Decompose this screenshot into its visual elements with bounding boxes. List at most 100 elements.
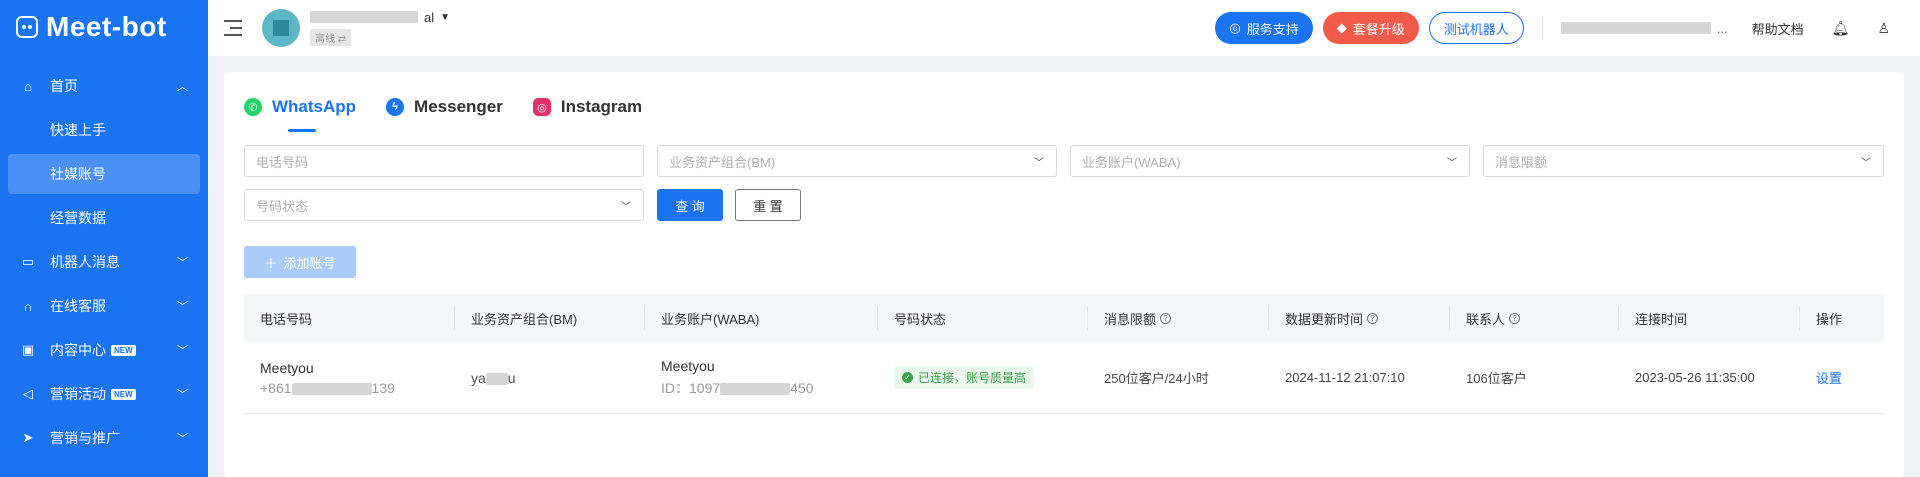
status-badge: ✓ 已连接，账号质量高 (894, 366, 1035, 389)
column-header: 号码状态 (878, 306, 1088, 330)
sidebar-item-home[interactable]: ⌂ 首页 ︿ (0, 64, 208, 108)
send-icon: ➤ (22, 430, 34, 445)
sidebar-item-bot-messages[interactable]: ▭ 机器人消息 ﹀ (0, 240, 208, 284)
reset-button[interactable]: 重 置 (735, 189, 801, 221)
chevron-down-icon: ﹀ (1447, 157, 1457, 169)
lock-icon: ▣ (21, 342, 35, 357)
divider (1541, 16, 1543, 40)
account-switcher[interactable]: al ▼ 离线 ⇄ (310, 10, 450, 47)
check-circle-icon: ✓ (902, 372, 913, 383)
chevron-down-icon: ﹀ (177, 433, 188, 445)
logo-text: Meet-bot (46, 11, 167, 42)
sidebar-item-label: 在线客服 (50, 298, 106, 314)
new-badge: NEW (111, 344, 136, 356)
redacted-text (1560, 22, 1711, 34)
sidebar-item-promotion[interactable]: ➤ 营销与推广 ﹀ (0, 416, 208, 460)
home-icon: ⌂ (24, 78, 32, 94)
status-select[interactable]: 号码状态 ﹀ (244, 189, 644, 221)
help-icon: ? (1509, 312, 1521, 324)
tab-whatsapp[interactable]: ✆ WhatsApp (244, 92, 356, 132)
chevron-down-icon: ﹀ (177, 301, 188, 313)
sidebar: Meet-bot ⌂ 首页 ︿ 快速上手 社媒账号 经营数据 ▭ 机器人消息 ﹀… (0, 0, 208, 477)
sidebar-item-business-data[interactable]: 经营数据 (0, 196, 208, 240)
headset-icon: ◎ (1229, 20, 1241, 35)
table-header: 电话号码 业务资产组合(BM) 业务账户(WABA) 号码状态 消息限额? 数据… (244, 294, 1884, 342)
menu-collapse-icon[interactable] (224, 20, 242, 36)
help-icon: ? (1160, 312, 1172, 324)
query-button[interactable]: 查 询 (657, 189, 723, 221)
status-cell: ✓ 已连接，账号质量高 (878, 366, 1088, 389)
contacts-cell: 106位客户 (1466, 371, 1527, 386)
chevron-down-icon: ﹀ (1861, 157, 1871, 169)
robot-icon (16, 16, 38, 38)
chevron-down-icon: ﹀ (177, 389, 188, 401)
user-name[interactable]: ... (1560, 21, 1728, 36)
chevron-up-icon: ︿ (177, 81, 188, 93)
help-icon: ? (1367, 312, 1379, 324)
column-header: 消息限额? (1088, 306, 1269, 330)
sidebar-item-label: 首页 (50, 78, 78, 94)
chevron-down-icon: ﹀ (621, 201, 631, 213)
test-bot-button[interactable]: 测试机器人 (1428, 12, 1524, 44)
add-account-button[interactable]: ＋ 添加账号 (244, 246, 356, 278)
support-button[interactable]: ◎ 服务支持 (1215, 12, 1313, 44)
column-header: 操作 (1816, 311, 1843, 327)
waba-select[interactable]: 业务账户(WABA) ﹀ (1070, 145, 1470, 177)
limit-cell: 250位客户/24小时 (1104, 371, 1209, 386)
logo[interactable]: Meet-bot (0, 0, 208, 54)
table-row: Meetyou +861 139 ya u Meetyou ID：1097 450 ✓… (244, 342, 1884, 414)
plus-icon: ＋ (264, 255, 278, 271)
column-header: 业务账户(WABA) (645, 306, 878, 330)
redacted-text (310, 11, 418, 23)
sidebar-item-quick-start[interactable]: 快速上手 (0, 108, 208, 152)
accounts-table: 电话号码 业务资产组合(BM) 业务账户(WABA) 号码状态 消息限额? 数据… (244, 294, 1884, 414)
platform-tabs: ✆ WhatsApp ϟ Messenger ◎ Instagram (244, 92, 642, 132)
redacted-text (720, 382, 791, 395)
chevron-down-icon: ﹀ (1034, 157, 1044, 169)
updated-cell: 2024-11-12 21:07:10 (1285, 370, 1405, 385)
user-icon[interactable]: ♙ (1877, 20, 1890, 37)
bm-cell: ya u (471, 369, 516, 386)
connected-cell: 2023-05-26 11:35:00 (1635, 370, 1755, 385)
column-header: 电话号码 (244, 306, 455, 330)
account-avatar[interactable] (262, 9, 300, 47)
column-header: 业务资产组合(BM) (455, 306, 645, 330)
new-badge: NEW (111, 388, 136, 400)
chat-icon: ▭ (21, 254, 35, 269)
headset-icon: ∩ (23, 298, 33, 314)
column-header: 连接时间 (1619, 306, 1800, 330)
main-card: ✆ WhatsApp ϟ Messenger ◎ Instagram 电话号码 … (224, 72, 1904, 477)
tab-messenger[interactable]: ϟ Messenger (386, 92, 503, 122)
account-name: al (424, 9, 435, 25)
column-header: 数据更新时间? (1269, 306, 1450, 330)
phone-input[interactable]: 电话号码 (244, 145, 644, 177)
help-docs-link[interactable]: 帮助文档 (1752, 19, 1804, 38)
sidebar-item-online-service[interactable]: ∩ 在线客服 ﹀ (0, 284, 208, 328)
sidebar-item-label: 内容中心 (50, 342, 106, 358)
sidebar-item-label: 营销活动 (50, 386, 106, 402)
sidebar-item-social-accounts[interactable]: 社媒账号 (8, 154, 200, 194)
caret-down-icon: ▼ (440, 11, 451, 23)
megaphone-icon: ◁ (23, 386, 33, 401)
waba-cell: Meetyou ID：1097 450 (661, 357, 814, 396)
redacted-text (291, 382, 372, 395)
messenger-icon: ϟ (386, 98, 405, 116)
bell-icon[interactable]: 🔔︎ (1832, 20, 1850, 37)
top-header: al ▼ 离线 ⇄ ◎ 服务支持 ◆ 套餐升级 测试机器人 ... 帮助文档 🔔… (208, 0, 1920, 56)
whatsapp-icon: ✆ (244, 98, 262, 116)
diamond-icon: ◆ (1336, 20, 1347, 35)
settings-link[interactable]: 设置 (1800, 368, 1884, 387)
instagram-icon: ◎ (532, 98, 551, 116)
upgrade-button[interactable]: ◆ 套餐升级 (1322, 12, 1419, 44)
status-badge: 离线 ⇄ (310, 28, 352, 46)
sidebar-item-marketing[interactable]: ◁ 营销活动 NEW ﹀ (0, 372, 208, 416)
bm-select[interactable]: 业务资产组合(BM) ﹀ (657, 145, 1057, 177)
sidebar-item-label: 机器人消息 (50, 254, 120, 270)
redacted-text (485, 372, 508, 385)
tab-instagram[interactable]: ◎ Instagram (532, 92, 642, 122)
limit-select[interactable]: 消息限额 ﹀ (1483, 145, 1884, 177)
phone-cell: Meetyou +861 139 (260, 359, 395, 396)
chevron-down-icon: ﹀ (177, 345, 188, 357)
sidebar-item-content-center[interactable]: ▣ 内容中心 NEW ﹀ (0, 328, 208, 372)
sidebar-item-label: 营销与推广 (50, 430, 120, 446)
